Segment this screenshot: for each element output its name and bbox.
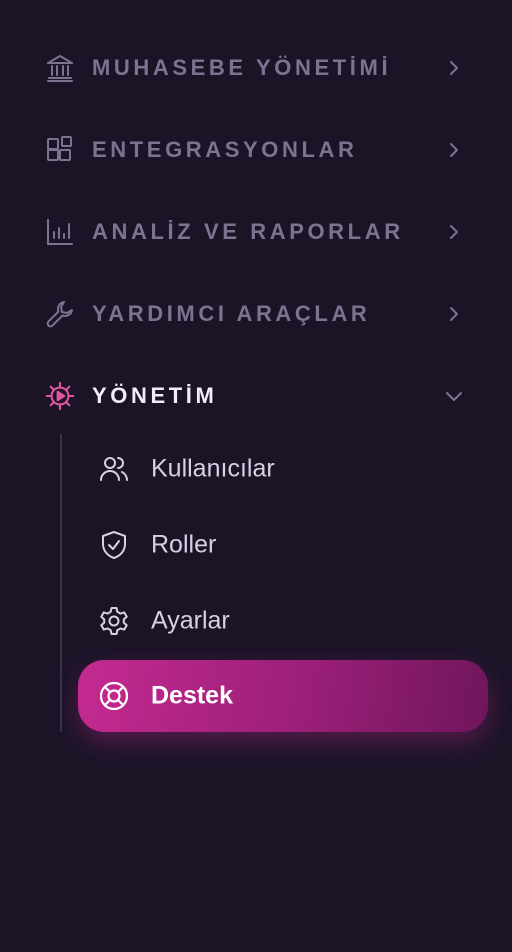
chevron-right-icon <box>444 58 464 78</box>
chevron-right-icon <box>444 304 464 324</box>
submenu-tree-line <box>60 434 62 732</box>
chevron-right-icon <box>444 222 464 242</box>
nav-section-label: ANALİZ VE RAPORLAR <box>92 219 404 244</box>
bar-chart-icon <box>45 217 75 247</box>
users-icon <box>98 453 130 485</box>
gear-play-icon <box>45 381 75 411</box>
nav-section-management[interactable]: YÖNETİM <box>0 368 512 424</box>
bank-icon <box>45 53 75 83</box>
sidebar-item-users[interactable]: Kullanıcılar <box>78 433 488 505</box>
sidebar-item-label: Ayarlar <box>151 606 230 635</box>
nav-section-analytics[interactable]: ANALİZ VE RAPORLAR <box>0 204 512 260</box>
nav-section-tools[interactable]: YARDIMCI ARAÇLAR <box>0 286 512 342</box>
lifebuoy-icon <box>98 680 130 712</box>
sidebar-item-roles[interactable]: Roller <box>78 509 488 581</box>
nav-section-integrations[interactable]: ENTEGRASYONLAR <box>0 122 512 178</box>
chevron-down-icon <box>444 386 464 406</box>
sidebar-item-label: Destek <box>151 681 233 710</box>
nav-section-label: YÖNETİM <box>92 383 218 408</box>
nav-section-accounting[interactable]: MUHASEBE YÖNETİMİ <box>0 40 512 96</box>
gear-icon <box>98 605 130 637</box>
integrations-icon <box>45 135 75 165</box>
nav-section-label: YARDIMCI ARAÇLAR <box>92 301 371 326</box>
sidebar-item-support[interactable]: Destek <box>78 660 488 732</box>
nav-section-label: MUHASEBE YÖNETİMİ <box>92 55 392 80</box>
shield-check-icon <box>98 529 130 561</box>
nav-section-label: ENTEGRASYONLAR <box>92 137 358 162</box>
sidebar-nav: MUHASEBE YÖNETİMİ ENTEGRASYONLAR ANALİZ … <box>0 0 512 952</box>
chevron-right-icon <box>444 140 464 160</box>
sidebar-item-label: Kullanıcılar <box>151 454 275 483</box>
wrench-icon <box>45 299 75 329</box>
sidebar-item-settings[interactable]: Ayarlar <box>78 585 488 657</box>
sidebar-item-label: Roller <box>151 530 217 559</box>
